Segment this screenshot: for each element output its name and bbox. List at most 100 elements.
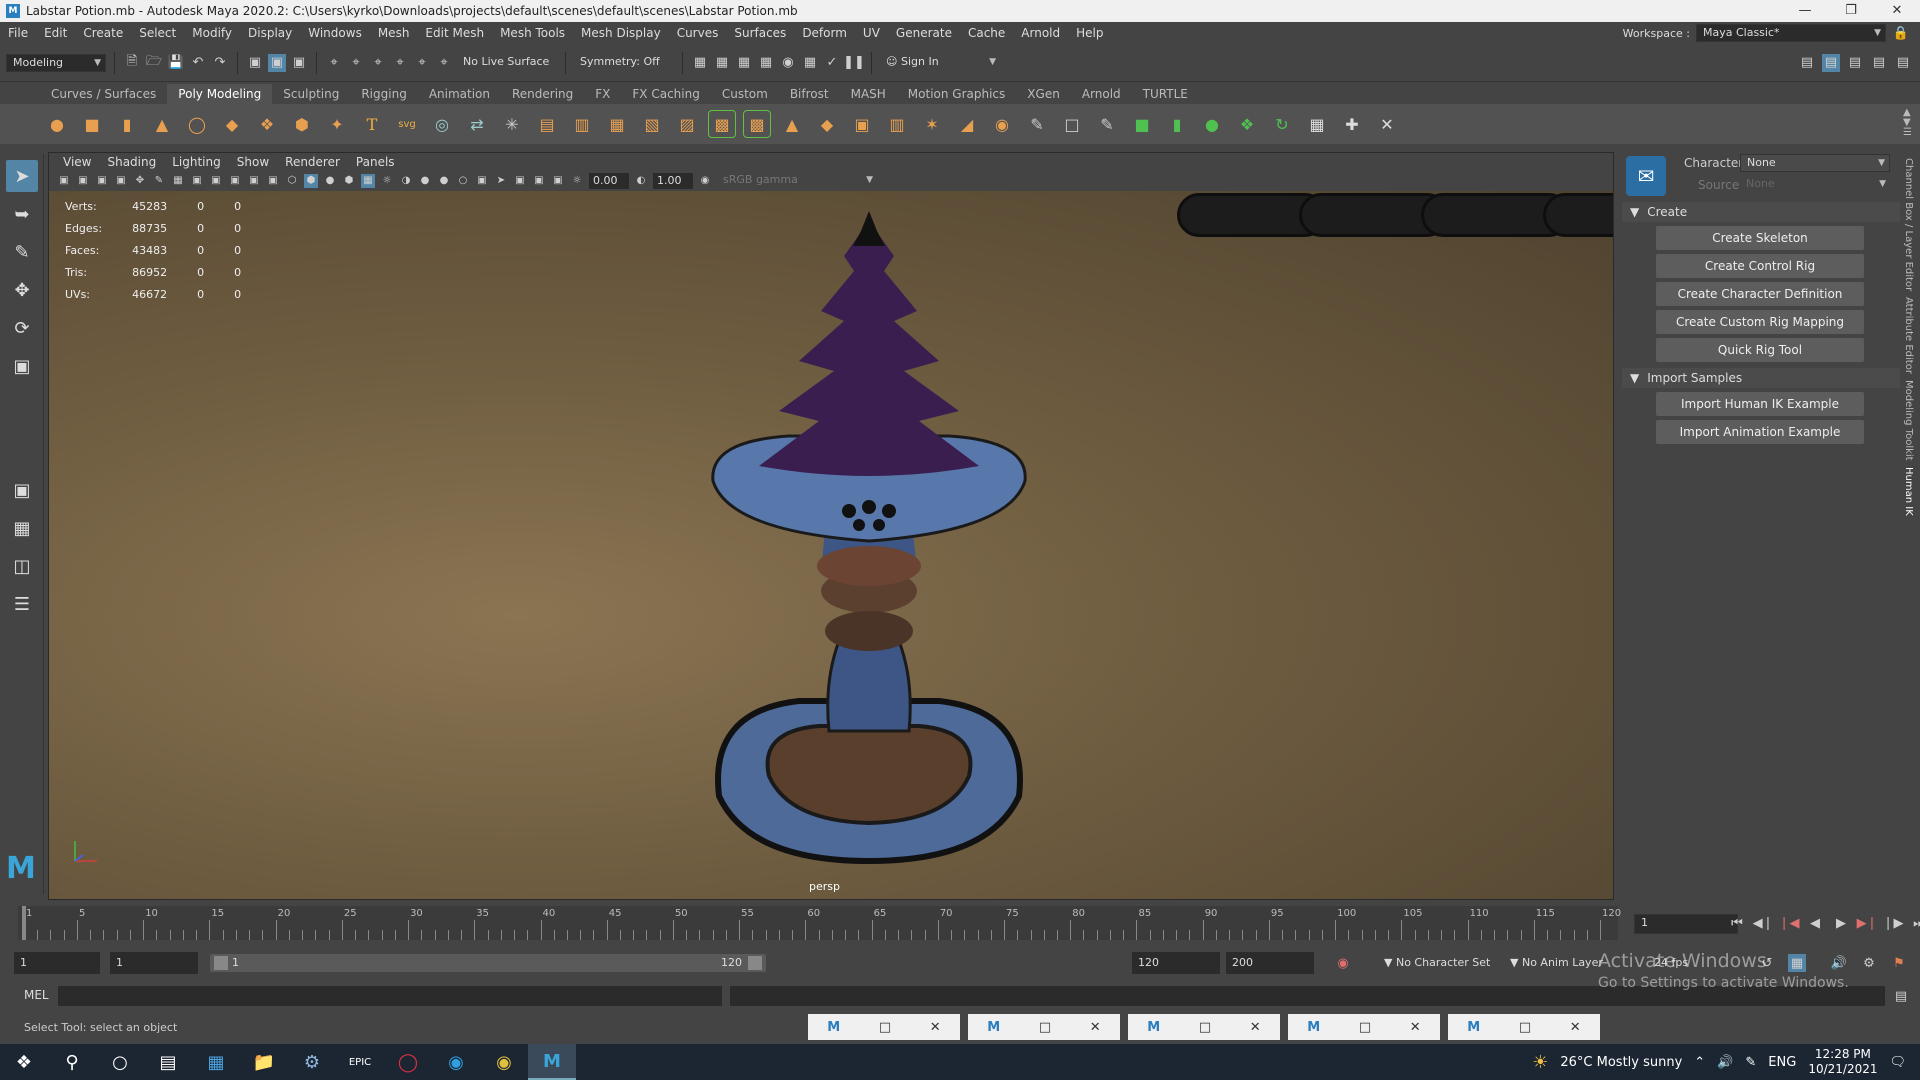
language-indicator[interactable]: ENG xyxy=(1768,1055,1796,1070)
playback-end-field[interactable]: 120 xyxy=(1132,952,1220,974)
clock[interactable]: 12:28 PM 10/21/2021 xyxy=(1808,1047,1877,1077)
tab-modeling-toolkit[interactable]: Modeling Toolkit xyxy=(1903,380,1914,461)
quad-draw-icon[interactable]: ✎ xyxy=(1094,111,1120,137)
lock-icon[interactable]: 🔒 xyxy=(1892,24,1910,42)
lasso-tool-icon[interactable]: ➥ xyxy=(6,198,38,230)
playback-start-field[interactable]: 1 xyxy=(110,952,198,974)
menu-edit[interactable]: Edit xyxy=(36,22,75,44)
command-language-label[interactable]: MEL xyxy=(24,988,49,1002)
textured-icon[interactable]: ▦ xyxy=(361,174,375,188)
create-skeleton-button[interactable]: Create Skeleton xyxy=(1656,226,1864,250)
viewport-menu-renderer[interactable]: Renderer xyxy=(277,155,348,169)
shelf-tab-animation[interactable]: Animation xyxy=(418,84,501,104)
task-view-icon[interactable]: ▤ xyxy=(144,1044,192,1080)
opera-icon[interactable]: ◯ xyxy=(384,1044,432,1080)
wireframe-icon[interactable]: ⬡ xyxy=(285,174,299,188)
fill-hole-icon[interactable]: ▣ xyxy=(849,111,875,137)
volume-icon[interactable]: 🔊 xyxy=(1717,1055,1733,1070)
step-back-key-icon[interactable]: ❘◀ xyxy=(1779,914,1800,932)
snap-projected-icon[interactable]: ⌖ xyxy=(391,54,409,72)
redo-icon[interactable]: ↷ xyxy=(211,54,229,72)
save-scene-icon[interactable]: 💾 xyxy=(167,54,185,72)
command-input[interactable] xyxy=(58,986,722,1006)
layer-editor-toggle-icon[interactable]: ▤ xyxy=(1894,54,1912,72)
symmetry-dropdown[interactable]: Symmetry: Off xyxy=(574,53,674,72)
two-view-layout-icon[interactable]: ◫ xyxy=(6,550,38,582)
workspace-dropdown[interactable]: Maya Classic* ▼ xyxy=(1696,24,1886,42)
uv-unfold-icon[interactable]: ↻ xyxy=(1269,111,1295,137)
uv-layout-icon[interactable]: ✚ xyxy=(1339,111,1365,137)
snap-view-icon[interactable]: ⌖ xyxy=(413,54,431,72)
menu-modify[interactable]: Modify xyxy=(184,22,240,44)
menu-mesh[interactable]: Mesh xyxy=(370,22,418,44)
poly-cube-icon[interactable]: ■ xyxy=(79,111,105,137)
default-material-icon[interactable]: ● xyxy=(323,174,337,188)
undo-icon[interactable]: ↶ xyxy=(189,54,207,72)
poly-plane-icon[interactable]: ◆ xyxy=(219,111,245,137)
move-tool-icon[interactable]: ✥ xyxy=(6,274,38,306)
motion-blur-icon[interactable]: ● xyxy=(437,174,451,188)
script-editor-icon[interactable]: ▤ xyxy=(1892,987,1910,1005)
rotate-tool-icon[interactable]: ⟳ xyxy=(6,312,38,344)
menu-curves[interactable]: Curves xyxy=(669,22,727,44)
close-icon[interactable]: ✕ xyxy=(1570,1020,1581,1035)
poly-torus-icon[interactable]: ◯ xyxy=(184,111,210,137)
anim-layer-dropdown[interactable]: ▼ No Anim Layer xyxy=(1510,956,1603,969)
menu-edit-mesh[interactable]: Edit Mesh xyxy=(417,22,492,44)
poly-sphere-icon[interactable]: ● xyxy=(44,111,70,137)
shelf-tab-bifrost[interactable]: Bifrost xyxy=(779,84,840,104)
film-gate-icon[interactable]: ▣ xyxy=(190,174,204,188)
menu-generate[interactable]: Generate xyxy=(888,22,960,44)
human-ik-icon[interactable]: ✉ xyxy=(1626,156,1666,196)
shelf-tab-custom[interactable]: Custom xyxy=(711,84,779,104)
ambient-occlusion-icon[interactable]: ● xyxy=(418,174,432,188)
menu-help[interactable]: Help xyxy=(1068,22,1111,44)
anti-aliasing-icon[interactable]: ○ xyxy=(456,174,470,188)
multi-cut-icon[interactable]: ✎ xyxy=(1024,111,1050,137)
minimize-icon[interactable]: — xyxy=(1782,0,1828,22)
go-to-end-icon[interactable]: ⏭ xyxy=(1910,914,1920,932)
menu-select[interactable]: Select xyxy=(131,22,184,44)
attribute-editor-toggle-icon[interactable]: ▤ xyxy=(1822,53,1840,72)
close-icon[interactable]: ✕ xyxy=(1410,1020,1421,1035)
wedge-icon[interactable]: ◢ xyxy=(954,111,980,137)
smooth-icon[interactable]: ▦ xyxy=(604,111,630,137)
restore-icon[interactable]: □ xyxy=(1519,1020,1531,1035)
search-icon[interactable]: ⚲ xyxy=(48,1044,96,1080)
render-settings-icon[interactable]: ▦ xyxy=(757,54,775,72)
type-tool-icon[interactable]: T xyxy=(359,111,385,137)
minimized-window[interactable]: M □ ✕ xyxy=(1288,1014,1440,1040)
sculpt-tool-icon[interactable]: ◎ xyxy=(429,111,455,137)
snap-live-icon[interactable]: ⌖ xyxy=(435,54,453,72)
minimized-window[interactable]: M □ ✕ xyxy=(808,1014,960,1040)
viewport-menu-panels[interactable]: Panels xyxy=(348,155,403,169)
tab-attribute-editor[interactable]: Attribute Editor xyxy=(1903,297,1914,374)
menu-cache[interactable]: Cache xyxy=(960,22,1013,44)
modeling-toolkit-toggle-icon[interactable]: ▤ xyxy=(1798,54,1816,72)
circularize-icon[interactable]: ◉ xyxy=(989,111,1015,137)
gate-mask-icon[interactable]: ▣ xyxy=(228,174,242,188)
step-forward-frame-icon[interactable]: ❘▶ xyxy=(1883,914,1904,932)
steam-icon[interactable]: ⚙ xyxy=(288,1044,336,1080)
poke-icon[interactable]: ✶ xyxy=(919,111,945,137)
scale-tool-icon[interactable]: ▣ xyxy=(6,350,38,382)
hypershade-icon[interactable]: ◉ xyxy=(779,54,797,72)
isolate-select-icon[interactable]: ➤ xyxy=(494,174,508,188)
open-scene-icon[interactable]: 🗁 xyxy=(145,54,163,72)
append-polygon-icon[interactable]: ▥ xyxy=(884,111,910,137)
poly-cylinder-icon[interactable]: ▮ xyxy=(114,111,140,137)
uv-spherical-icon[interactable]: ● xyxy=(1199,111,1225,137)
shelf-tab-xgen[interactable]: XGen xyxy=(1016,84,1071,104)
menu-uv[interactable]: UV xyxy=(855,22,888,44)
tool-settings-toggle-icon[interactable]: ▤ xyxy=(1846,54,1864,72)
create-character-definition-button[interactable]: Create Character Definition xyxy=(1656,282,1864,306)
pen-icon[interactable]: ✎ xyxy=(1745,1055,1756,1070)
gamma-icon[interactable]: ◐ xyxy=(634,174,648,188)
shelf-tab-fx-caching[interactable]: FX Caching xyxy=(621,84,710,104)
weather-text[interactable]: 26°C Mostly sunny xyxy=(1560,1055,1682,1070)
depth-of-field-icon[interactable]: ▣ xyxy=(475,174,489,188)
snap-curve-icon[interactable]: ⌖ xyxy=(347,54,365,72)
shelf-tab-fx[interactable]: FX xyxy=(584,84,621,104)
restore-icon[interactable]: □ xyxy=(1039,1020,1051,1035)
menu-display[interactable]: Display xyxy=(240,22,300,44)
